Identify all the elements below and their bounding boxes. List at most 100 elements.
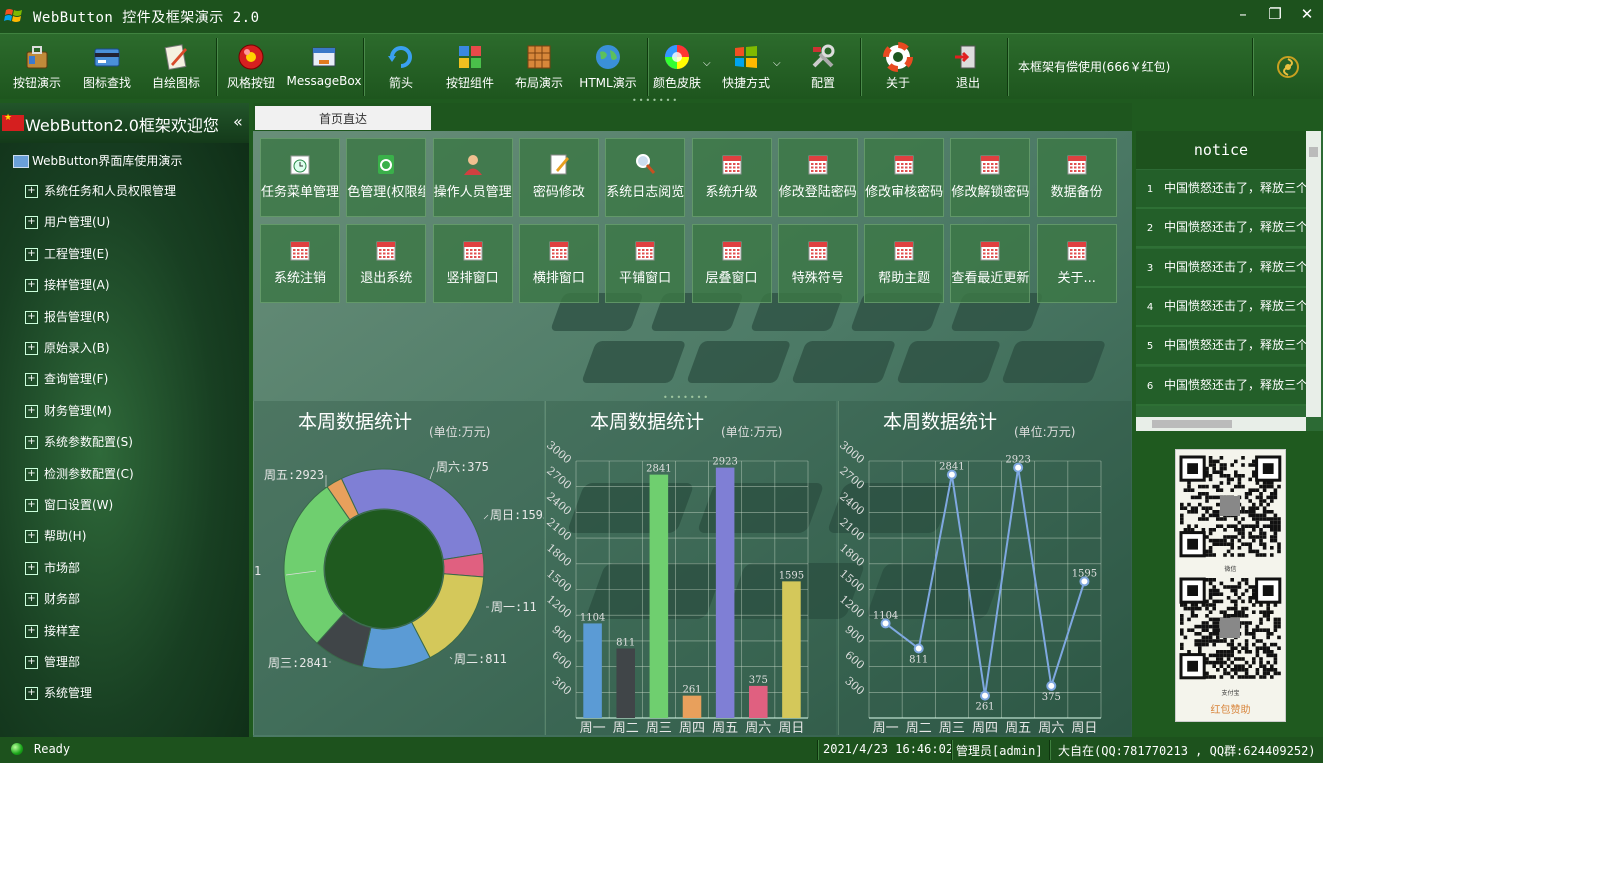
expand-plus-icon[interactable]: + bbox=[25, 656, 38, 669]
qr-module bbox=[1205, 499, 1209, 503]
qr-module bbox=[1273, 642, 1278, 647]
notice-item[interactable]: 1 中国愤怒还击了，释放三个 bbox=[1136, 170, 1306, 209]
expand-plus-icon[interactable]: + bbox=[25, 310, 38, 324]
expand-plus-icon[interactable]: + bbox=[25, 687, 38, 701]
tree-node[interactable]: + 帮助(H) bbox=[25, 526, 86, 546]
tile-label: 横排窗口 bbox=[532, 271, 585, 286]
tile-button[interactable]: 任务菜单管理 bbox=[260, 138, 340, 217]
tile-button[interactable]: 系统日志阅览 bbox=[605, 138, 686, 217]
tile-button[interactable]: 竖排窗口 bbox=[432, 224, 513, 303]
tile-button[interactable]: 密码修改 bbox=[518, 138, 599, 217]
minimize-button[interactable]: – bbox=[1230, 3, 1256, 25]
tree-node[interactable]: + 系统参数配置(S) bbox=[25, 432, 133, 452]
qr-module bbox=[1255, 624, 1260, 629]
tree-node[interactable]: + 工程管理(E) bbox=[25, 244, 109, 264]
qr-module bbox=[1212, 675, 1216, 679]
collapse-sidebar-button[interactable]: « bbox=[233, 112, 243, 131]
tree-node[interactable]: + 查询管理(F) bbox=[25, 369, 108, 389]
notice-item[interactable]: 3 中国愤怒还击了，释放三个 bbox=[1136, 248, 1306, 288]
tile-button[interactable]: 层叠窗口 bbox=[691, 224, 772, 303]
expand-plus-icon[interactable]: + bbox=[25, 216, 38, 230]
tile-button[interactable]: 退出系统 bbox=[346, 224, 427, 303]
tile-button[interactable]: 查看最近更新 bbox=[950, 224, 1031, 303]
notice-item[interactable]: 5 中国愤怒还击了，释放三个 bbox=[1136, 327, 1306, 367]
tree-node[interactable]: + 原始录入(B) bbox=[25, 338, 110, 358]
tree-node[interactable]: + 财务部 bbox=[25, 589, 80, 609]
tile-button[interactable]: 修改登陆密码 bbox=[777, 138, 858, 217]
expand-plus-icon[interactable]: + bbox=[25, 436, 38, 450]
tile-button[interactable]: 数据备份 bbox=[1036, 138, 1117, 217]
tile-button[interactable]: 横排窗口 bbox=[518, 224, 599, 303]
notice-item[interactable]: 2 中国愤怒还击了，释放三个 bbox=[1136, 209, 1306, 249]
horizontal-scrollbar[interactable] bbox=[1136, 417, 1306, 431]
chevron-down-icon[interactable]: ⌵ bbox=[773, 58, 781, 69]
button-demo-button[interactable]: 按钮演示 bbox=[4, 36, 70, 96]
qr-module bbox=[1208, 531, 1213, 536]
exit-button[interactable]: 退出 bbox=[936, 36, 1000, 96]
expand-plus-icon[interactable]: + bbox=[25, 593, 38, 607]
custom-icon-button[interactable]: 自绘图标 bbox=[143, 36, 209, 96]
tile-button[interactable]: 特殊符号 bbox=[777, 224, 858, 303]
tile-button[interactable]: 系统注销 bbox=[260, 224, 340, 303]
qr-module bbox=[1255, 488, 1260, 492]
tree-node[interactable]: + 检测参数配置(C) bbox=[25, 464, 134, 484]
expand-plus-icon[interactable]: + bbox=[25, 279, 38, 293]
tree-node[interactable]: + 系统管理 bbox=[25, 683, 92, 703]
expand-plus-icon[interactable]: + bbox=[25, 561, 38, 575]
color-skin-button[interactable]: 颜色皮肤 bbox=[648, 36, 706, 96]
shortcut-button[interactable]: 快捷方式 bbox=[716, 36, 776, 96]
config-button[interactable]: 配置 bbox=[792, 36, 854, 96]
scroll-thumb[interactable] bbox=[1152, 420, 1232, 428]
qr-module bbox=[1237, 650, 1242, 654]
html-demo-button[interactable]: HTML演示 bbox=[575, 36, 641, 96]
style-button-button[interactable]: 风格按钮 bbox=[218, 36, 284, 96]
tree-node[interactable]: + 管理部 bbox=[25, 652, 80, 672]
tree-node[interactable]: + 财务管理(M) bbox=[25, 401, 112, 421]
messagebox-button[interactable]: MessageBox bbox=[286, 36, 362, 96]
notice-item[interactable]: 6 中国愤怒还击了，释放三个 bbox=[1136, 366, 1306, 406]
expand-plus-icon[interactable]: + bbox=[25, 342, 38, 355]
qr-module bbox=[1208, 635, 1213, 640]
expand-plus-icon[interactable]: + bbox=[25, 624, 38, 638]
vertical-scrollbar[interactable] bbox=[1306, 131, 1321, 417]
expand-plus-icon[interactable]: + bbox=[25, 499, 38, 512]
tile-button[interactable]: 修改审核密码 bbox=[864, 138, 945, 217]
chevron-down-icon[interactable]: ⌵ bbox=[703, 58, 711, 69]
tile-button[interactable]: 操作人员管理 bbox=[432, 138, 513, 217]
tree-root[interactable]: WebButton界面库使用演示 bbox=[13, 152, 182, 169]
tree-node[interactable]: + 系统任务和人员权限管理 bbox=[25, 181, 176, 201]
expand-plus-icon[interactable]: + bbox=[25, 404, 38, 418]
about-button[interactable]: 关于 bbox=[866, 36, 930, 96]
tree-node[interactable]: + 报告管理(R) bbox=[25, 307, 110, 327]
tile-button[interactable]: 帮助主题 bbox=[864, 224, 945, 303]
qr-module bbox=[1270, 499, 1274, 503]
tile-button[interactable]: 修改解锁密码 bbox=[950, 138, 1031, 217]
expand-plus-icon[interactable]: + bbox=[25, 373, 38, 387]
maximize-button[interactable]: ❐ bbox=[1262, 3, 1288, 25]
scroll-thumb[interactable] bbox=[1309, 147, 1318, 157]
expand-plus-icon[interactable]: + bbox=[25, 467, 38, 481]
expand-plus-icon[interactable]: + bbox=[25, 185, 38, 198]
tile-button[interactable]: 平铺窗口 bbox=[605, 224, 686, 303]
tile-button[interactable]: 关于... bbox=[1036, 224, 1117, 303]
sidebar-title: WebButton2.0框架欢迎您 bbox=[25, 116, 219, 135]
qr-finder bbox=[1187, 538, 1198, 550]
notice-item[interactable]: 4 中国愤怒还击了，释放三个 bbox=[1136, 287, 1306, 327]
tree-node[interactable]: + 接样室 bbox=[25, 621, 80, 641]
tab-home[interactable]: 首页直达 bbox=[255, 106, 431, 130]
arrow-button[interactable]: 箭头 bbox=[368, 36, 434, 96]
tree-node[interactable]: + 接样管理(A) bbox=[25, 275, 110, 295]
tree-node[interactable]: + 窗口设置(W) bbox=[25, 495, 113, 515]
tile-button[interactable]: 色管理(权限组 bbox=[346, 138, 427, 217]
icon-search-button[interactable]: 图标查找 bbox=[74, 36, 140, 96]
qr-module bbox=[1248, 477, 1252, 482]
tree-node[interactable]: + 市场部 bbox=[25, 558, 80, 578]
close-button[interactable]: ✕ bbox=[1294, 3, 1320, 25]
tile-button[interactable]: 系统升级 bbox=[691, 138, 772, 217]
tree-node[interactable]: + 用户管理(U) bbox=[25, 212, 110, 232]
toolbar-label: 图标查找 bbox=[82, 76, 131, 90]
expand-plus-icon[interactable]: + bbox=[25, 530, 38, 544]
button-component-button[interactable]: 按钮组件 bbox=[437, 36, 503, 96]
layout-demo-button[interactable]: 布局演示 bbox=[506, 36, 572, 96]
expand-plus-icon[interactable]: + bbox=[25, 247, 38, 261]
